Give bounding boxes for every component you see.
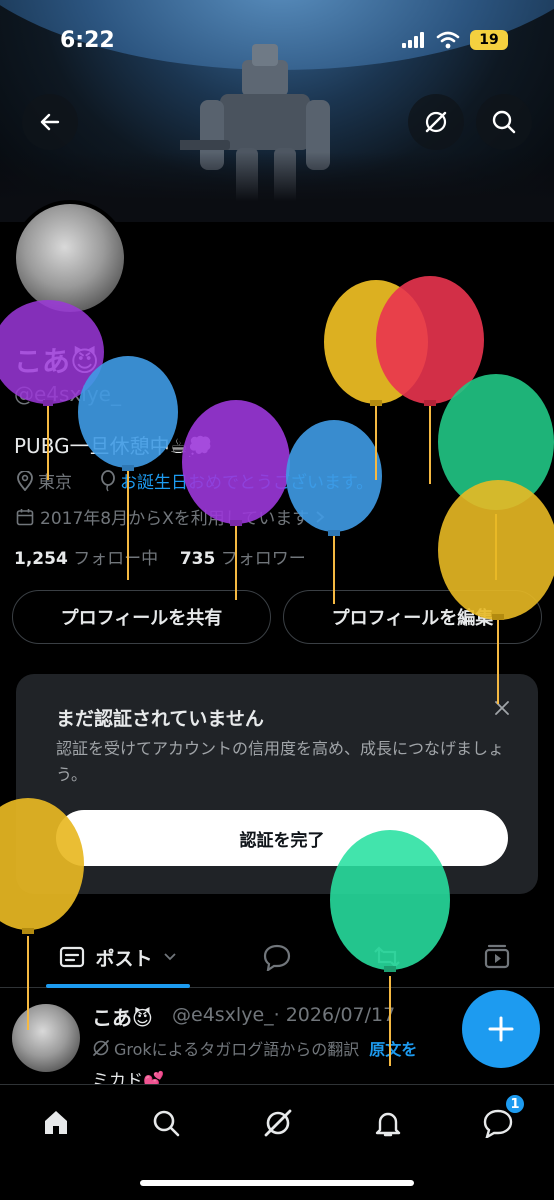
birthday-text[interactable]: お誕生日おめでとうございます。: [120, 468, 373, 493]
location-text: 東京: [38, 473, 72, 493]
profile-name: こあ😈: [14, 345, 100, 378]
nav-messages[interactable]: 1: [476, 1093, 526, 1145]
battery-indicator: 19: [470, 30, 508, 50]
post-handle-date: @e4sxlye_· 2026/07/17: [172, 1004, 396, 1026]
messages-badge: 1: [504, 1093, 526, 1115]
cellular-icon: [402, 32, 424, 48]
compose-button[interactable]: [462, 990, 540, 1068]
show-original-link[interactable]: 原文を: [369, 1036, 417, 1060]
follow-stats: 1,254 フォロー中 735 フォロワー: [14, 544, 306, 569]
retweet-icon: [374, 946, 400, 968]
followers-label: フォロワー: [220, 549, 306, 569]
back-button[interactable]: [22, 94, 78, 150]
close-card-button[interactable]: [490, 696, 514, 720]
nav-search[interactable]: [144, 1101, 188, 1145]
profile-avatar[interactable]: [12, 200, 128, 316]
chevron-down-icon: [163, 953, 176, 961]
nav-notifications[interactable]: [366, 1101, 410, 1145]
following-link[interactable]: 1,254 フォロー中: [14, 549, 158, 569]
status-bar: 6:22 19: [0, 0, 554, 80]
profile-bio: PUBG一旦休憩中☕💭: [14, 434, 213, 458]
calendar-icon: [16, 508, 34, 525]
search-icon: [492, 110, 516, 134]
tab-posts-label: ポスト: [95, 947, 153, 970]
following-label: フォロー中: [73, 549, 159, 569]
home-indicator: [140, 1180, 414, 1186]
post-avatar[interactable]: [12, 1004, 80, 1072]
plus-icon: [488, 1016, 514, 1042]
search-icon: [153, 1110, 180, 1137]
location-icon: [17, 470, 33, 491]
reply-icon: [263, 944, 291, 971]
bell-icon: [375, 1112, 401, 1137]
posts-icon: [60, 946, 85, 968]
status-icons: 19: [402, 30, 508, 50]
chevron-right-icon: [316, 510, 325, 523]
nav-grok[interactable]: [256, 1101, 300, 1145]
tab-posts[interactable]: ポスト: [46, 928, 190, 986]
balloon-yellow-top: [324, 280, 428, 480]
media-icon: [484, 944, 510, 969]
verification-description: 認証を受けてアカウントの信用度を高め、成長につなげましょう。: [56, 739, 505, 784]
grok-button[interactable]: [408, 94, 464, 150]
close-icon: [495, 701, 509, 715]
verification-card: まだ認証されていません 認証を受けてアカウントの信用度を高め、成長につなげましょ…: [16, 674, 538, 894]
followers-link[interactable]: 735 フォロワー: [180, 549, 306, 569]
following-count: 1,254: [14, 549, 68, 569]
back-arrow-icon: [40, 113, 60, 131]
profile-birthday: お誕生日おめでとうございます。: [100, 468, 373, 493]
edit-profile-button[interactable]: プロフィールを編集: [283, 590, 542, 644]
balloon-green-right: [438, 374, 554, 580]
balloon-icon: [101, 469, 115, 491]
grok-icon: [425, 111, 447, 133]
translation-text: Grokによるタガログ語からの翻訳: [114, 1040, 360, 1059]
profile-tabs: ポスト: [0, 928, 554, 988]
joined-text: 2017年8月からXを利用しています: [40, 509, 310, 529]
post-body: ミカド💕: [92, 1071, 165, 1086]
tab-reposts[interactable]: [360, 928, 414, 986]
profile-joined: 2017年8月からXを利用しています: [16, 504, 325, 529]
search-button[interactable]: [476, 94, 532, 150]
tab-media[interactable]: [470, 928, 524, 986]
home-icon: [45, 1111, 67, 1134]
share-profile-button[interactable]: プロフィールを共有: [12, 590, 271, 644]
profile-handle: @e4sxlye_: [14, 382, 121, 406]
tab-replies[interactable]: [250, 928, 304, 986]
status-time: 6:22: [60, 28, 115, 53]
balloon-red: [376, 276, 484, 484]
post-translation-note: Grokによるタガログ語からの翻訳 原文を: [92, 1036, 417, 1060]
grok-icon: [264, 1109, 292, 1137]
verification-title: まだ認証されていません: [56, 708, 264, 730]
followers-count: 735: [179, 549, 216, 569]
tab-active-indicator: [46, 984, 190, 988]
grok-icon: [93, 1040, 109, 1056]
complete-verification-button[interactable]: 認証を完了: [56, 810, 508, 866]
post-author-name: こあ😈: [92, 1006, 153, 1030]
nav-home[interactable]: [34, 1101, 78, 1145]
profile-location: 東京: [16, 468, 72, 493]
wifi-icon: [436, 31, 460, 49]
